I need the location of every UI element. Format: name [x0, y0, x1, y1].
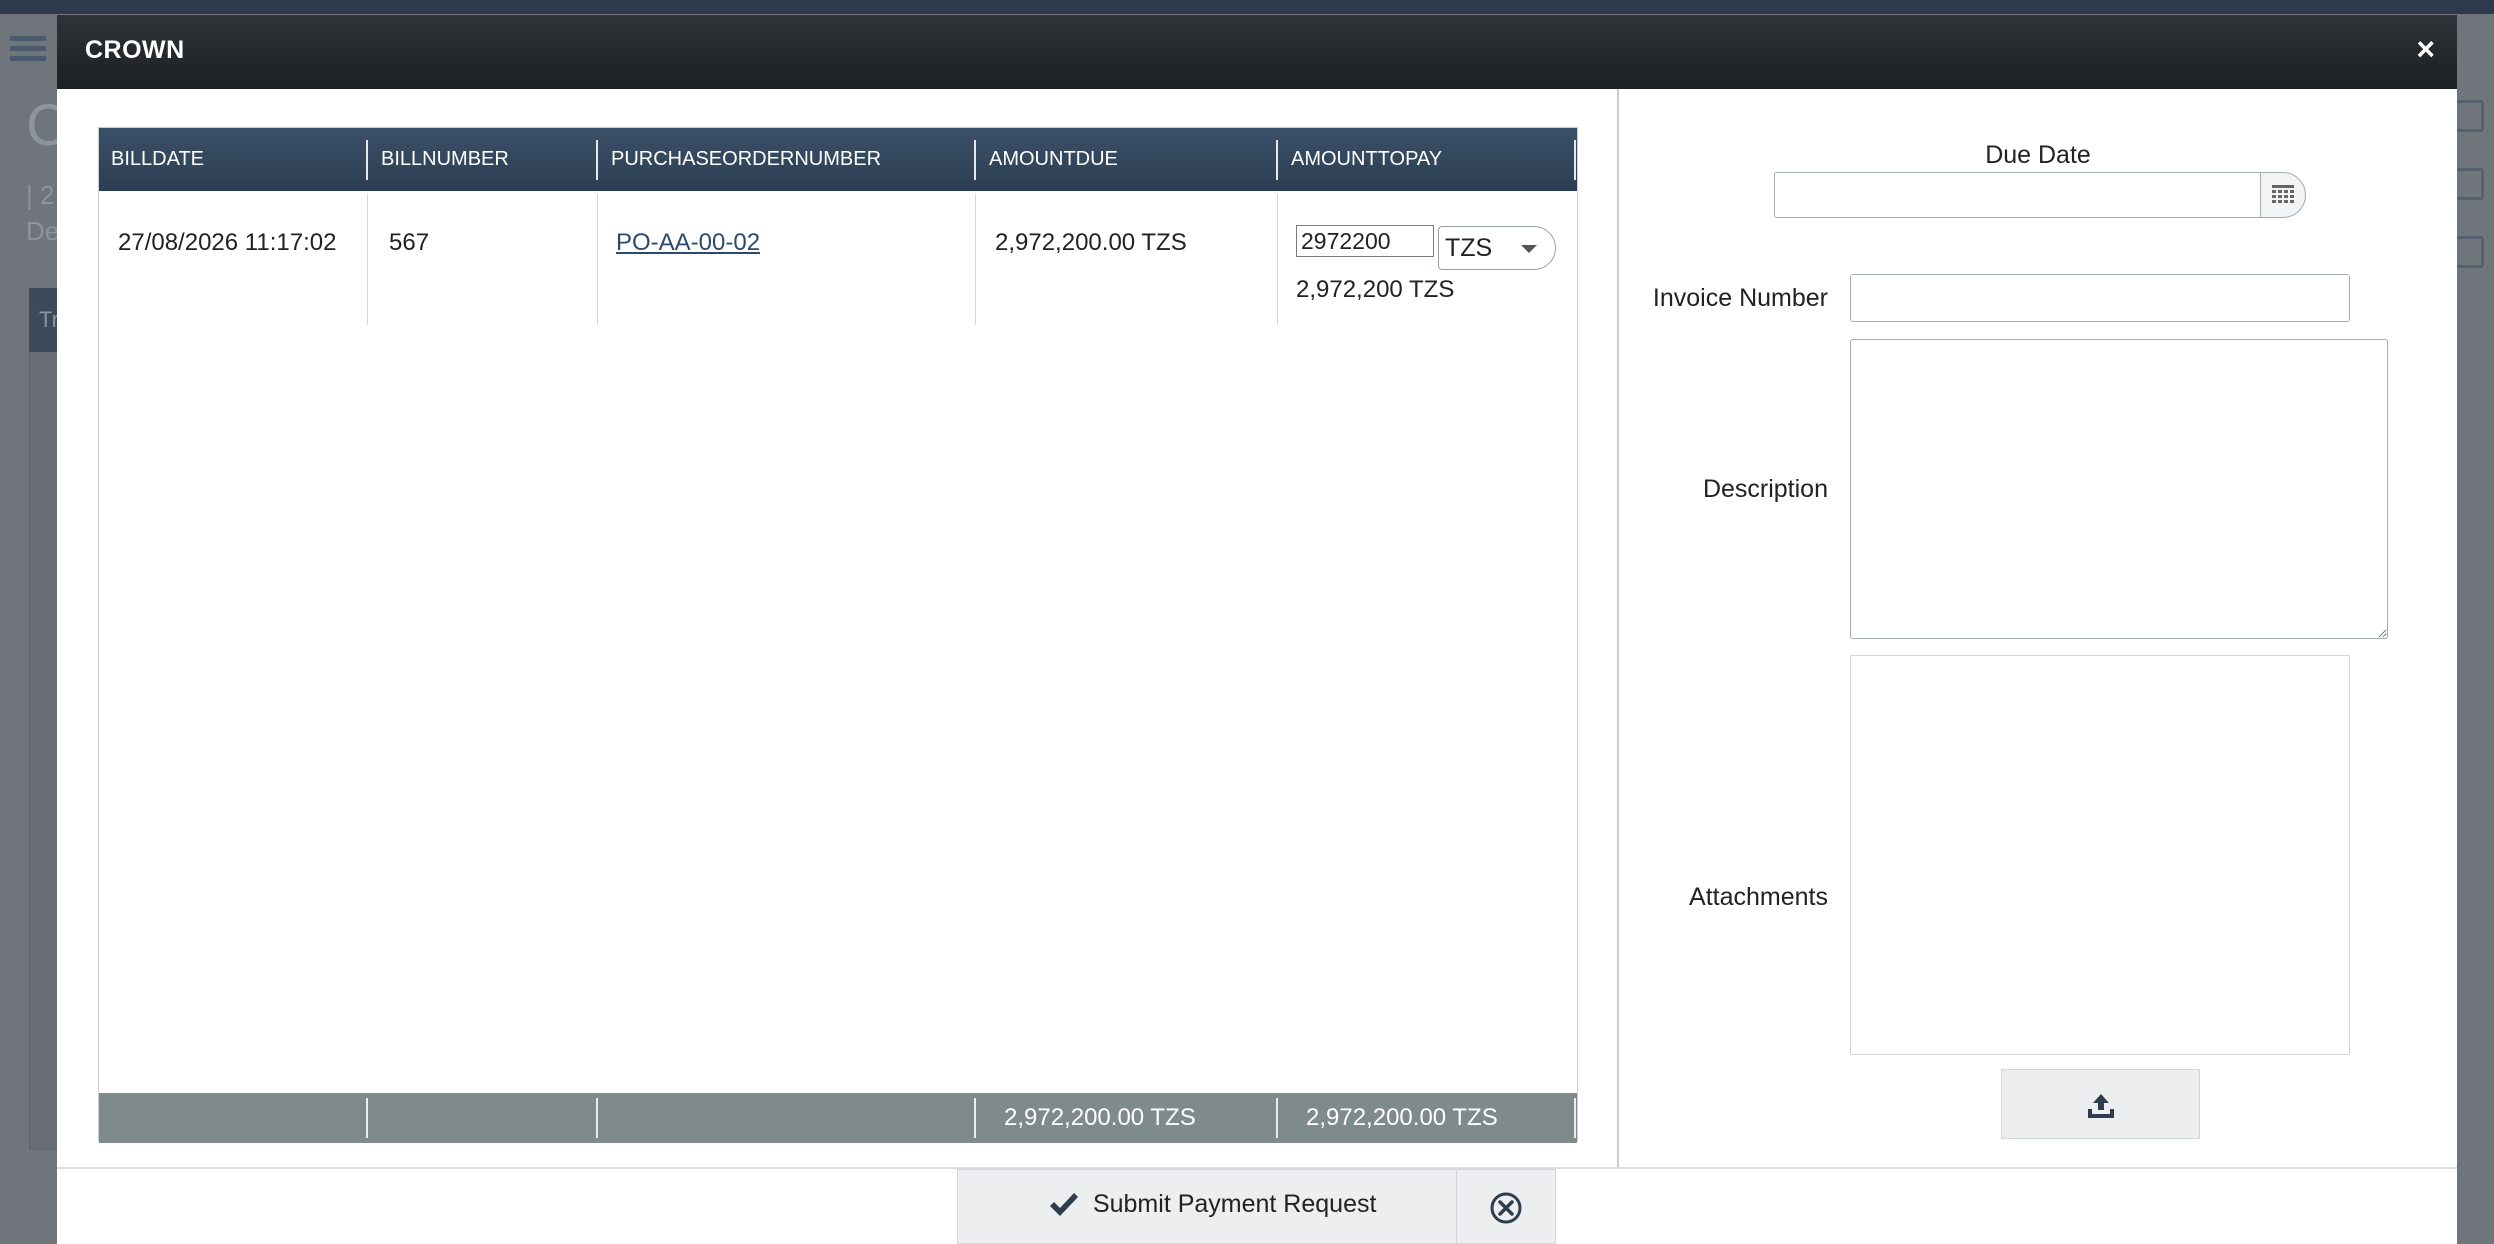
calendar-icon [2272, 185, 2294, 203]
background-toolbar [2452, 100, 2494, 304]
cell-billnumber: 567 [389, 229, 430, 256]
currency-select[interactable]: TZS [1438, 226, 1556, 270]
calendar-button[interactable] [2260, 172, 2306, 218]
column-divider [366, 140, 368, 180]
table-row[interactable]: 27/08/2026 11:17:02 567 PO-AA-00-02 2,97… [99, 194, 1577, 325]
check-icon [1050, 1193, 1078, 1217]
close-icon[interactable]: × [2416, 31, 2435, 68]
invoice-number-input[interactable] [1850, 274, 2350, 322]
column-divider [596, 1098, 598, 1138]
cell-billdate: 27/08/2026 11:17:02 [118, 229, 337, 256]
background-page-subtitle: | 2 [26, 180, 55, 210]
total-amounttopay: 2,972,200.00 TZS [1306, 1104, 1498, 1131]
column-divider [1276, 140, 1278, 180]
due-date-label: Due Date [1985, 141, 2091, 169]
dialog-titlebar: CROWN × [57, 15, 2457, 89]
dialog-title: CROWN [85, 36, 185, 64]
grid-header: BILLDATE BILLNUMBER PURCHASEORDERNUMBER … [99, 128, 1577, 191]
column-divider [366, 1098, 368, 1138]
column-header-billdate[interactable]: BILLDATE [99, 128, 367, 191]
cell-amounttopay-display: 2,972,200 TZS [1296, 276, 1455, 303]
invoice-number-label: Invoice Number [1652, 284, 1828, 312]
background-page-subtitle-2: De [26, 216, 60, 246]
cell-amountdue: 2,972,200.00 TZS [995, 229, 1187, 256]
cancel-button[interactable] [1456, 1169, 1556, 1244]
payment-request-form: Due Date Invoice Number Description Atta… [1617, 89, 2457, 1169]
cell-divider [1277, 194, 1278, 325]
attachments-dropzone[interactable] [1850, 655, 2350, 1055]
total-amountdue: 2,972,200.00 TZS [1004, 1104, 1196, 1131]
background-top-bar [0, 0, 2494, 14]
column-header-amounttopay[interactable]: AMOUNTTOPAY [1279, 128, 1575, 191]
column-divider [596, 140, 598, 180]
column-divider [1276, 1098, 1278, 1138]
submit-button-label: Submit Payment Request [1092, 1190, 1377, 1218]
column-divider [974, 140, 976, 180]
cell-divider [975, 194, 976, 325]
cell-divider [597, 194, 598, 325]
upload-button[interactable] [2001, 1069, 2200, 1139]
submit-button-content: Submit Payment Request [1048, 1190, 1376, 1219]
payment-request-dialog: CROWN × BILLDATE BILLNUMBER PURCHASEORDE… [57, 15, 2457, 1244]
submit-payment-request-button[interactable]: Submit Payment Request [957, 1169, 1457, 1244]
chevron-down-icon [1521, 245, 1537, 253]
column-header-amountdue[interactable]: AMOUNTDUE [977, 128, 1277, 191]
column-divider [1574, 1098, 1576, 1138]
purchase-order-link[interactable]: PO-AA-00-02 [616, 229, 760, 257]
column-divider [1574, 140, 1576, 180]
cancel-circle-icon [1490, 1192, 1522, 1224]
cell-divider [367, 194, 368, 325]
column-divider [974, 1098, 976, 1138]
column-header-billnumber[interactable]: BILLNUMBER [369, 128, 597, 191]
due-date-input[interactable] [1774, 172, 2261, 218]
attachments-label: Attachments [1689, 883, 1828, 911]
currency-select-value: TZS [1445, 234, 1493, 262]
description-label: Description [1702, 475, 1828, 503]
bills-grid: BILLDATE BILLNUMBER PURCHASEORDERNUMBER … [98, 127, 1578, 1143]
upload-icon [2088, 1094, 2114, 1118]
hamburger-menu-icon [10, 36, 46, 66]
amount-to-pay-input[interactable] [1296, 225, 1434, 257]
description-textarea[interactable] [1850, 339, 2388, 639]
column-header-purchaseordernumber[interactable]: PURCHASEORDERNUMBER [599, 128, 975, 191]
grid-totals-row: 2,972,200.00 TZS 2,972,200.00 TZS [99, 1093, 1577, 1143]
